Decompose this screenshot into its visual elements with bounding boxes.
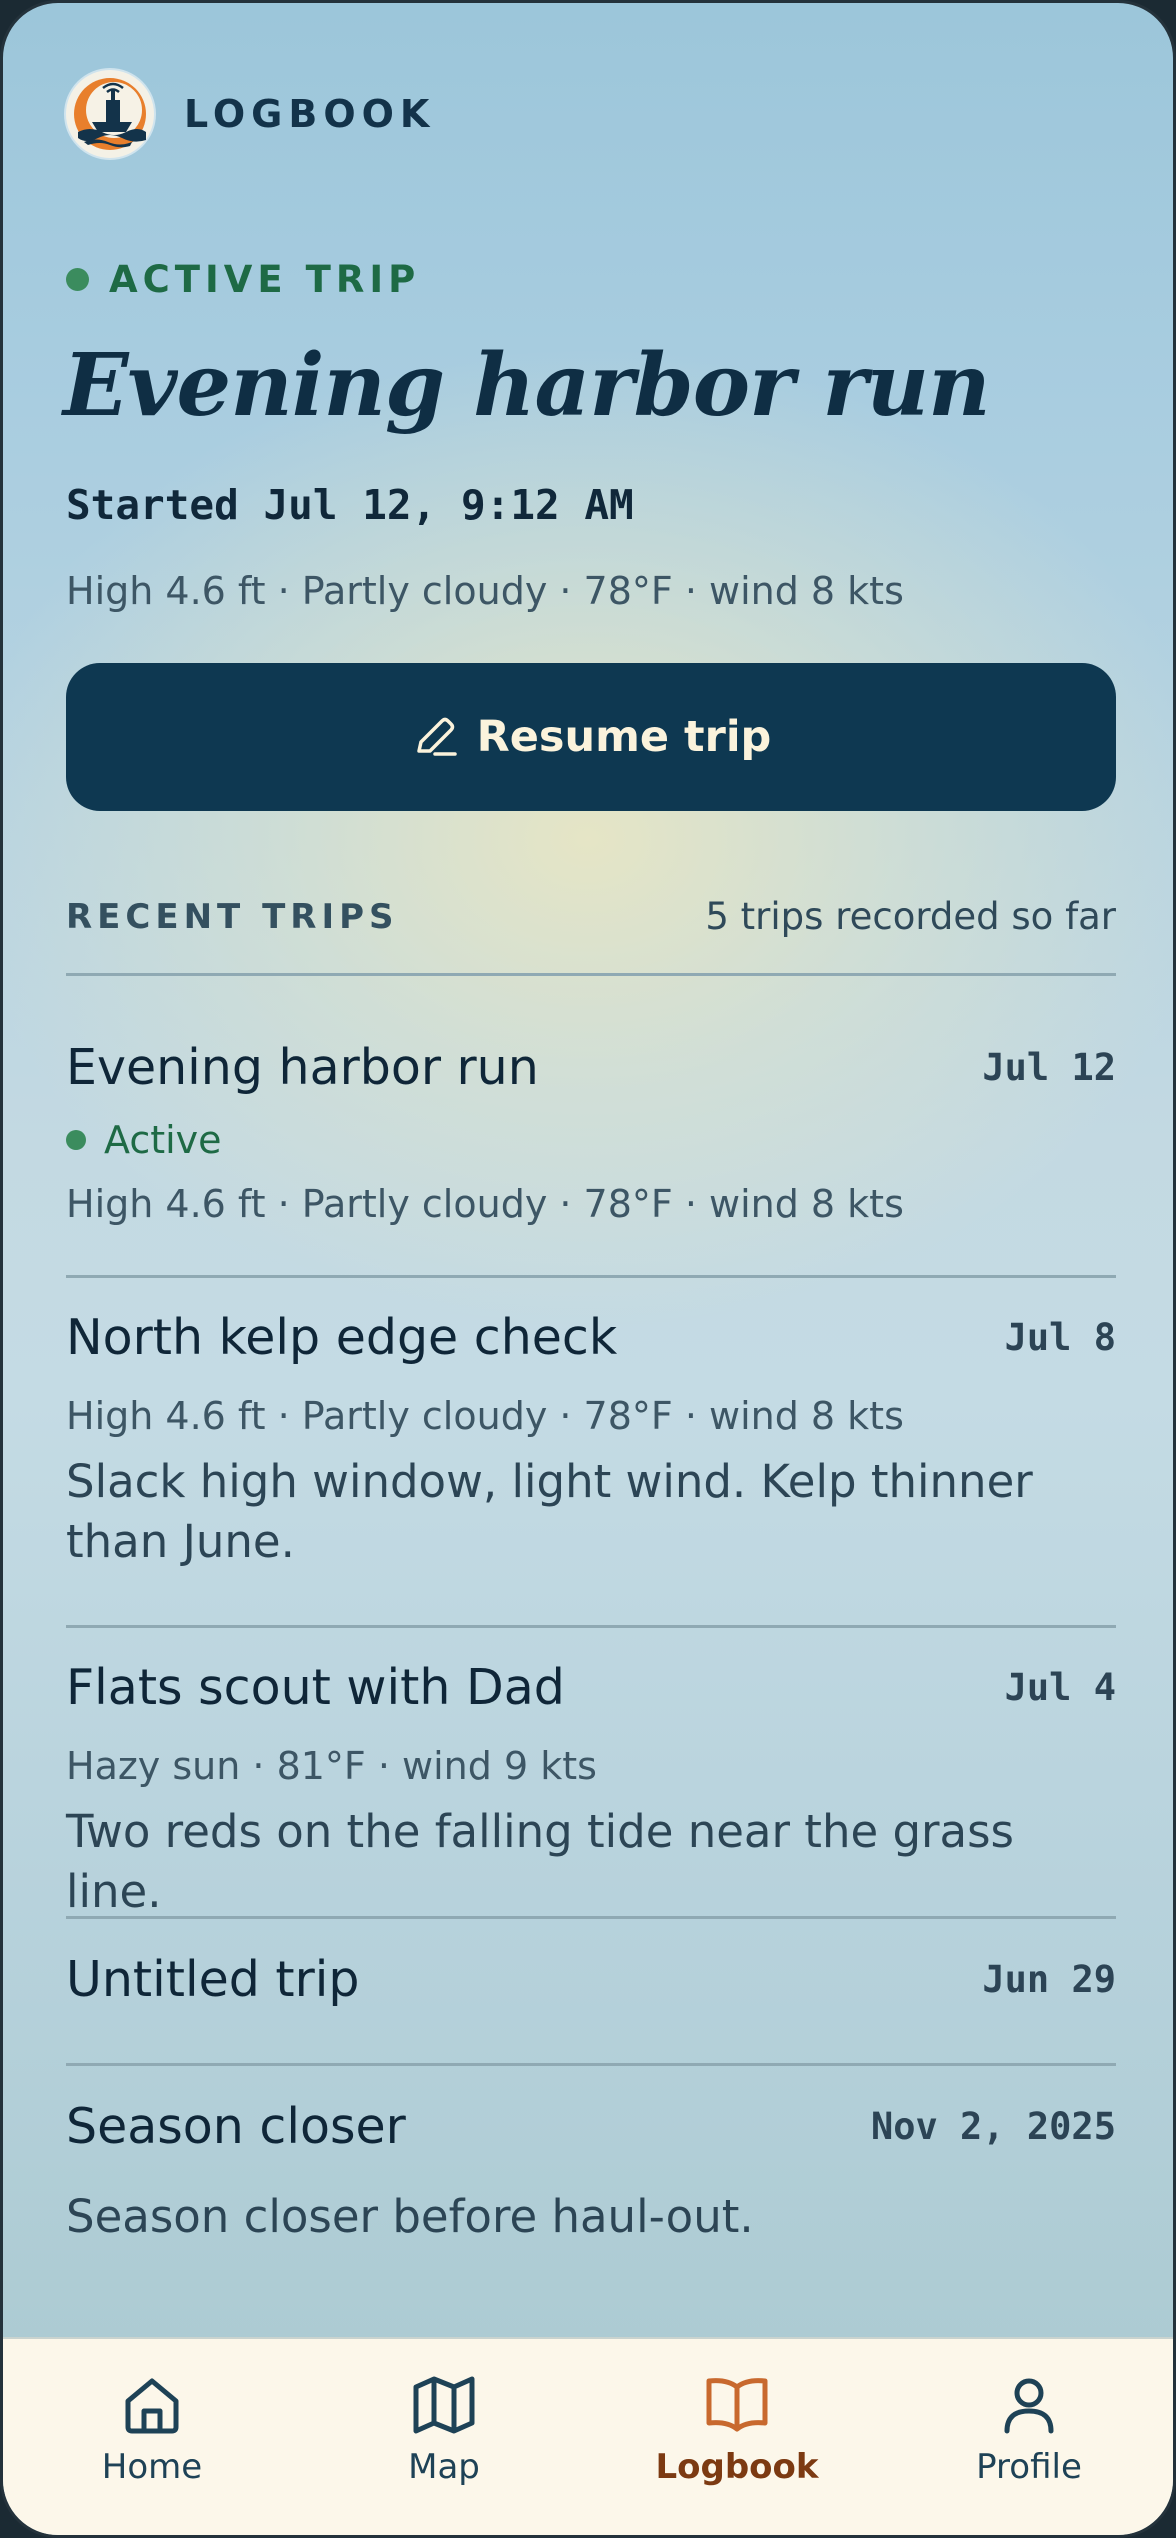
trip-note: Two reds on the falling tide near the gr… bbox=[66, 1805, 1014, 1918]
divider bbox=[66, 973, 1116, 976]
tab-label: Home bbox=[101, 2447, 203, 2487]
tab-label: Logbook bbox=[655, 2447, 819, 2487]
resume-trip-button[interactable]: Resume trip bbox=[66, 663, 1116, 811]
divider bbox=[66, 1625, 1116, 1628]
tab-profile[interactable]: Profile bbox=[929, 2375, 1129, 2487]
tab-label: Map bbox=[408, 2447, 480, 2487]
app-header: LOGBOOK bbox=[66, 69, 435, 159]
recent-trips-header: RECENT TRIPS 5 trips recorded so far bbox=[66, 895, 1116, 938]
section-title: RECENT TRIPS bbox=[66, 896, 399, 937]
tab-logbook[interactable]: Logbook bbox=[637, 2375, 837, 2487]
pencil-icon bbox=[416, 717, 457, 756]
trip-date: Nov 2, 2025 bbox=[870, 2105, 1116, 2148]
trip-item[interactable]: Untitled trip Jun 29 bbox=[66, 1951, 1116, 2008]
trip-item[interactable]: Evening harbor run Jul 12 Active High 4.… bbox=[66, 1039, 1116, 1226]
status-dot bbox=[66, 268, 89, 291]
active-trip-title: Evening harbor run bbox=[63, 335, 991, 436]
divider bbox=[66, 1275, 1116, 1278]
status-dot bbox=[66, 1130, 86, 1150]
trip-item[interactable]: Flats scout with Dad Jul 4 Hazy sun · 81… bbox=[66, 1659, 1116, 1922]
trip-name: Evening harbor run bbox=[66, 1039, 539, 1096]
trip-status-label: Active bbox=[104, 1118, 222, 1162]
trip-note: Season closer before haul-out. bbox=[66, 2190, 754, 2243]
trip-name: North kelp edge check bbox=[66, 1309, 618, 1366]
trip-item[interactable]: Season closer Nov 2, 2025 Season closer … bbox=[66, 2098, 1116, 2247]
book-icon bbox=[706, 2378, 768, 2432]
trip-date: Jul 12 bbox=[982, 1046, 1116, 1089]
app-brand: LOGBOOK bbox=[184, 92, 436, 136]
trip-conditions: Hazy sun · 81°F · wind 9 kts bbox=[66, 1744, 597, 1788]
tab-home[interactable]: Home bbox=[52, 2375, 252, 2487]
trip-date: Jul 4 bbox=[1004, 1666, 1116, 1709]
tab-label: Profile bbox=[976, 2447, 1082, 2487]
app-screen: LOGBOOK ACTIVE TRIP Evening harbor run S… bbox=[0, 0, 1176, 2538]
trip-date: Jun 29 bbox=[982, 1958, 1116, 2001]
trip-name: Flats scout with Dad bbox=[66, 1659, 565, 1716]
map-icon bbox=[413, 2376, 475, 2434]
active-trip-status: ACTIVE TRIP bbox=[66, 258, 420, 301]
trip-count: 5 trips recorded so far bbox=[705, 895, 1116, 938]
trip-status: Active bbox=[66, 1118, 1116, 1162]
resume-trip-label: Resume trip bbox=[476, 712, 772, 762]
trip-name: Season closer bbox=[66, 2098, 406, 2155]
trip-conditions: High 4.6 ft · Partly cloudy · 78°F · win… bbox=[66, 1394, 904, 1438]
active-trip-conditions: High 4.6 ft · Partly cloudy · 78°F · win… bbox=[66, 569, 904, 613]
user-icon bbox=[1004, 2378, 1054, 2434]
trip-date: Jul 8 bbox=[1004, 1316, 1116, 1359]
active-trip-started: Started Jul 12, 9:12 AM bbox=[66, 481, 634, 529]
divider bbox=[66, 2063, 1116, 2066]
divider bbox=[66, 1916, 1116, 1919]
trip-conditions: High 4.6 ft · Partly cloudy · 78°F · win… bbox=[66, 1182, 904, 1226]
trip-name: Untitled trip bbox=[66, 1951, 360, 2008]
logo-icon bbox=[66, 70, 154, 158]
trip-note: Slack high window, light wind. Kelp thin… bbox=[66, 1455, 1033, 1568]
home-icon bbox=[125, 2378, 179, 2434]
trip-item[interactable]: North kelp edge check Jul 8 High 4.6 ft … bbox=[66, 1309, 1116, 1572]
status-label: ACTIVE TRIP bbox=[109, 258, 421, 301]
tab-map[interactable]: Map bbox=[344, 2375, 544, 2487]
bottom-tab-bar: Home Map Logbook Profile bbox=[3, 2337, 1173, 2535]
